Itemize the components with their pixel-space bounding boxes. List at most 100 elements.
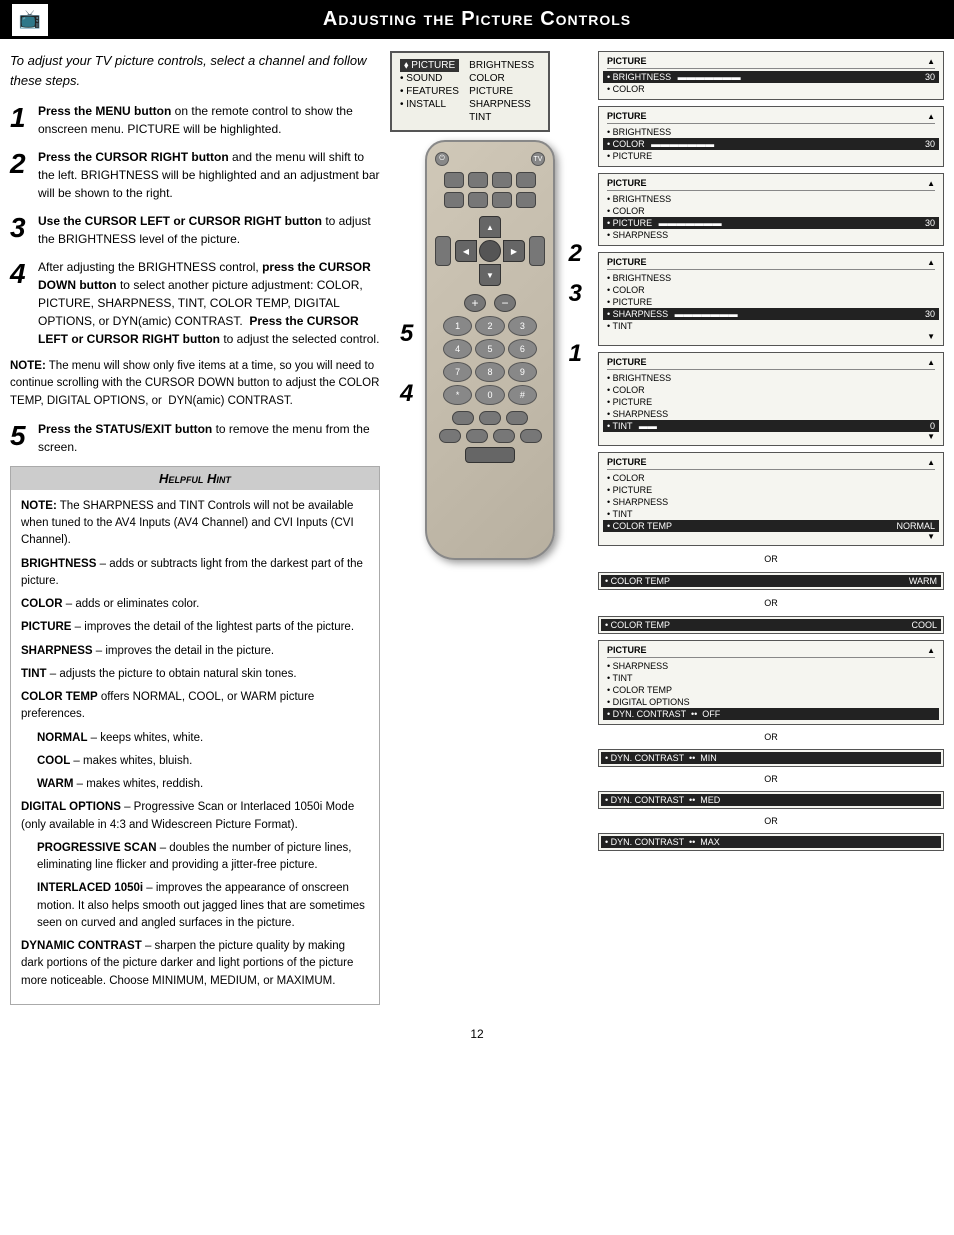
intro-text: To adjust your TV picture controls, sele… bbox=[10, 51, 380, 90]
note-box: NOTE: The menu will show only five items… bbox=[10, 358, 380, 410]
osd-item-sharpness-6: • SHARPNESS bbox=[607, 496, 935, 508]
osd-dyncontrast-dyn: • DYN. CONTRAST •• OFF bbox=[603, 708, 939, 720]
remote-top: ⏻ TV bbox=[435, 152, 545, 166]
remote-oval-6[interactable] bbox=[493, 429, 515, 443]
num-btn-star[interactable]: * bbox=[443, 385, 472, 405]
menu-color: COLOR bbox=[469, 72, 534, 85]
num-btn-6[interactable]: 6 bbox=[508, 339, 537, 359]
osd-item-tint-4: • TINT bbox=[607, 320, 935, 332]
remote-btn-c[interactable] bbox=[492, 172, 512, 188]
osd-item-color-3: • COLOR bbox=[607, 205, 935, 217]
remote-btn-h[interactable] bbox=[516, 192, 536, 208]
num-btn-8[interactable]: 8 bbox=[475, 362, 504, 382]
remote-oval-5[interactable] bbox=[466, 429, 488, 443]
cursor-down-btn[interactable]: ▼ bbox=[479, 264, 501, 286]
remote-status-exit-btn[interactable] bbox=[465, 447, 515, 463]
remote-btn-d[interactable] bbox=[516, 172, 536, 188]
num-btn-7[interactable]: 7 bbox=[443, 362, 472, 382]
remote-btn-e[interactable] bbox=[444, 192, 464, 208]
menu-left-col: ⬧ PICTURE • SOUND • FEATURES • INSTALL bbox=[400, 59, 459, 124]
hint-dynamic: DYNAMIC CONTRAST – sharpen the picture q… bbox=[21, 938, 369, 990]
step-text-1: Press the MENU button on the remote cont… bbox=[38, 102, 380, 138]
remote-btn-f[interactable] bbox=[468, 192, 488, 208]
plus-btn[interactable]: + bbox=[464, 294, 486, 312]
remote-row-1 bbox=[435, 172, 545, 188]
osd-item-brightness-2: • BRIGHTNESS bbox=[607, 126, 935, 138]
hint-color: COLOR – adds or eliminates color. bbox=[21, 596, 369, 613]
menu-brightness: BRIGHTNESS bbox=[469, 59, 534, 72]
remote-side-btn-r[interactable] bbox=[529, 236, 545, 266]
osd-digital-dyn: • DIGITAL OPTIONS bbox=[607, 696, 935, 708]
osd-item-picture-3: • PICTURE ▬▬▬▬▬▬▬ 30 bbox=[603, 217, 939, 229]
remote-side-btn-l[interactable] bbox=[435, 236, 451, 266]
osd-colortemp-cool: • COLOR TEMP COOL bbox=[601, 619, 941, 631]
num-btn-3[interactable]: 3 bbox=[508, 316, 537, 336]
step-overlay-4: 4 bbox=[400, 380, 413, 408]
num-btn-9[interactable]: 9 bbox=[508, 362, 537, 382]
osd-item-picture-5: • PICTURE bbox=[607, 396, 935, 408]
num-btn-2[interactable]: 2 bbox=[475, 316, 504, 336]
step-number-5: 5 bbox=[10, 422, 30, 450]
step-number-2: 2 bbox=[10, 150, 30, 178]
remote-oval-4[interactable] bbox=[439, 429, 461, 443]
hint-color-temp: COLOR TEMP offers NORMAL, COOL, or WARM … bbox=[21, 689, 369, 724]
step-overlay-1: 1 bbox=[569, 340, 582, 368]
right-column: ⬧ PICTURE • SOUND • FEATURES • INSTALL B… bbox=[390, 51, 944, 1005]
remote-oval-3[interactable] bbox=[506, 411, 528, 425]
step-number-3: 3 bbox=[10, 214, 30, 242]
num-btn-1[interactable]: 1 bbox=[443, 316, 472, 336]
num-btn-5[interactable]: 5 bbox=[475, 339, 504, 359]
remote-oval-7[interactable] bbox=[520, 429, 542, 443]
remote-btn-a[interactable] bbox=[444, 172, 464, 188]
dyn-or-1: OR bbox=[598, 732, 944, 742]
helpful-hint-title: Helpful Hint bbox=[11, 467, 379, 490]
osd-item-brightness-1: • BRIGHTNESS ▬▬▬▬▬▬▬ 30 bbox=[603, 71, 939, 83]
color-temp-or-1: OR bbox=[598, 554, 944, 564]
dyn-or-3: OR bbox=[598, 816, 944, 826]
page-number: 12 bbox=[0, 1017, 954, 1051]
hint-tint: TINT – adjusts the picture to obtain nat… bbox=[21, 666, 369, 683]
remote-oval-2[interactable] bbox=[479, 411, 501, 425]
osd-item-color-2: • COLOR ▬▬▬▬▬▬▬ 30 bbox=[603, 138, 939, 150]
num-btn-4[interactable]: 4 bbox=[443, 339, 472, 359]
hint-normal: NORMAL – keeps whites, white. bbox=[37, 730, 369, 747]
step-2: 2 Press the CURSOR RIGHT button and the … bbox=[10, 148, 380, 202]
hint-cool: COOL – makes whites, bluish. bbox=[37, 753, 369, 770]
osd-panel-4-title: PICTURE▲ bbox=[607, 257, 935, 270]
osd-panel-dyn-title: PICTURE▲ bbox=[607, 645, 935, 658]
dpad-center-btn[interactable] bbox=[479, 240, 501, 262]
osd-panels-column: PICTURE▲ • BRIGHTNESS ▬▬▬▬▬▬▬ 30 • COLOR… bbox=[598, 51, 944, 1005]
step-overlay-5: 5 bbox=[400, 320, 413, 348]
remote-oval-1[interactable] bbox=[452, 411, 474, 425]
remote-power-btn[interactable]: ⏻ bbox=[435, 152, 449, 166]
dyn-or-2: OR bbox=[598, 774, 944, 784]
osd-item-tint-6: • TINT bbox=[607, 508, 935, 520]
remote-control: ⏻ TV bbox=[425, 140, 555, 560]
osd-item-sharpness-3: • SHARPNESS bbox=[607, 229, 935, 241]
minus-btn[interactable]: − bbox=[494, 294, 516, 312]
osd-dyn-med: • DYN. CONTRAST •• MED bbox=[601, 794, 941, 806]
remote-btn-g[interactable] bbox=[492, 192, 512, 208]
step-text-2: Press the CURSOR RIGHT button and the me… bbox=[38, 148, 380, 202]
step-3: 3 Use the CURSOR LEFT or CURSOR RIGHT bu… bbox=[10, 212, 380, 248]
osd-item-color-6: • COLOR bbox=[607, 472, 935, 484]
osd-panel-4: PICTURE▲ • BRIGHTNESS • COLOR • PICTURE … bbox=[598, 252, 944, 346]
remote-numpad: 1 2 3 4 5 6 7 8 9 * 0 # bbox=[443, 316, 537, 405]
cursor-up-btn[interactable]: ▲ bbox=[479, 216, 501, 238]
num-btn-hash[interactable]: # bbox=[508, 385, 537, 405]
left-column: To adjust your TV picture controls, sele… bbox=[10, 51, 380, 1005]
osd-item-color-1: • COLOR bbox=[607, 83, 935, 95]
osd-item-brightness-4: • BRIGHTNESS bbox=[607, 272, 935, 284]
menu-right-col: BRIGHTNESS COLOR PICTURE SHARPNESS TINT bbox=[469, 59, 534, 124]
remote-bottom bbox=[435, 411, 545, 463]
menu-item-features: • FEATURES bbox=[400, 85, 459, 98]
menu-display: ⬧ PICTURE • SOUND • FEATURES • INSTALL B… bbox=[390, 51, 550, 132]
osd-panel-2-title: PICTURE▲ bbox=[607, 111, 935, 124]
cursor-right-btn[interactable]: ▶ bbox=[503, 240, 525, 262]
osd-item-color-5: • COLOR bbox=[607, 384, 935, 396]
remote-tv-btn[interactable]: TV bbox=[531, 152, 545, 166]
cursor-left-btn[interactable]: ◀ bbox=[455, 240, 477, 262]
remote-btn-b[interactable] bbox=[468, 172, 488, 188]
num-btn-0[interactable]: 0 bbox=[475, 385, 504, 405]
osd-item-sharpness-4: • SHARPNESS ▬▬▬▬▬▬▬ 30 bbox=[603, 308, 939, 320]
